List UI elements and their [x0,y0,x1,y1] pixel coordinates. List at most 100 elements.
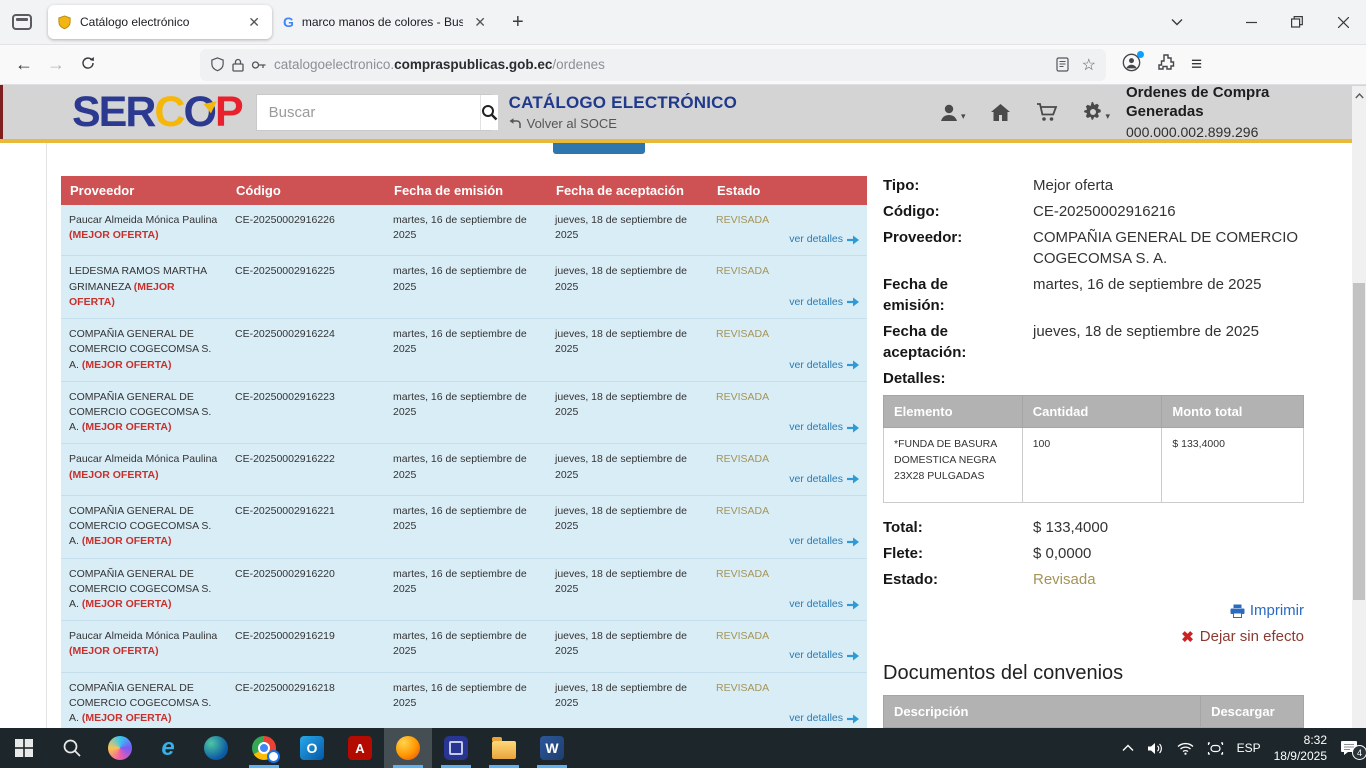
reader-mode-icon[interactable] [1056,57,1069,72]
order-detail-panel: Tipo:Mejor oferta Código:CE-202500029162… [883,175,1304,765]
meet-now-icon[interactable] [1207,742,1224,755]
acrobat-icon: A [348,736,372,760]
search-input[interactable] [257,104,480,121]
start-button[interactable] [0,728,48,768]
arrow-right-icon [847,537,859,547]
wifi-icon[interactable] [1177,742,1194,755]
status-cell: REVISADA ver detalles [708,444,867,494]
reload-button[interactable] [72,54,104,75]
emission-date-cell: martes, 16 de septiembre de 2025 [385,496,547,558]
forward-button[interactable]: → [40,54,72,75]
taskbar-outlook[interactable]: O [288,728,336,768]
back-button[interactable]: ← [8,54,40,75]
header-left-accent [0,85,3,139]
tray-chevron-up-icon[interactable] [1122,744,1134,752]
taskbar-copilot[interactable] [96,728,144,768]
user-menu[interactable]: ▾ [939,103,966,122]
extensions-icon[interactable] [1157,53,1175,76]
lock-icon[interactable] [232,58,244,72]
scroll-up-arrow[interactable] [1352,91,1366,101]
order-row: COMPAÑIA GENERAL DE COMERCIO COGECOMSA S… [61,496,867,559]
emission-date-cell: martes, 16 de septiembre de 2025 [385,319,547,381]
ver-detalles-link[interactable]: ver detalles [789,711,859,726]
list-tabs-chevron-icon[interactable] [1160,0,1194,44]
status-cell: REVISADA ver detalles [708,319,867,381]
order-row: COMPAÑIA GENERAL DE COMERCIO COGECOMSA S… [61,559,867,622]
clock[interactable]: 8:32 18/9/2025 [1274,732,1327,764]
acceptance-date-cell: jueves, 18 de septiembre de 2025 [547,673,708,735]
taskbar-firefox[interactable] [384,728,432,768]
home-button[interactable] [990,103,1011,122]
ver-detalles-link[interactable]: ver detalles [789,534,859,549]
void-link[interactable]: ✖ Dejar sin efecto [1181,628,1304,646]
tab-close-icon[interactable]: ✕ [471,14,489,31]
volume-icon[interactable] [1147,742,1164,755]
acceptance-date-cell: jueves, 18 de septiembre de 2025 [547,205,708,255]
taskbar-internet-explorer[interactable]: e [144,728,192,768]
google-favicon-icon: G [283,14,294,30]
ver-detalles-link[interactable]: ver detalles [789,597,859,612]
mejor-oferta-badge: (MEJOR OFERTA) [82,535,172,547]
logo-o: O [183,91,214,134]
account-icon[interactable] [1122,53,1141,77]
restore-button[interactable] [1274,0,1320,44]
hidden-blue-button[interactable] [553,143,645,154]
ver-detalles-link[interactable]: ver detalles [789,232,859,247]
ver-detalles-link[interactable]: ver detalles [789,420,859,435]
site-header: SERCOP CATÁLOGO ELECTRÓNICO Volver al SO… [0,85,1366,143]
new-tab-button[interactable]: + [498,11,538,34]
mejor-oferta-badge: (MEJOR OFERTA) [69,229,159,241]
total-row: Total:$ 133,4000 [883,517,1304,538]
url-bar[interactable]: catalogoelectronico.compraspublicas.gob.… [200,49,1106,81]
tracking-shield-icon[interactable] [210,57,225,72]
tab-google-search[interactable]: G marco manos de colores - Busca ✕ [274,5,498,39]
taskbar-scanner[interactable] [432,728,480,768]
ver-detalles-link[interactable]: ver detalles [789,358,859,373]
taskbar-word[interactable]: W [528,728,576,768]
print-link[interactable]: Imprimir [1230,602,1304,619]
notification-center[interactable]: 4 [1340,740,1358,756]
search-button[interactable] [480,95,498,130]
order-row: COMPAÑIA GENERAL DE COMERCIO COGECOMSA S… [61,673,867,736]
menu-icon[interactable]: ≡ [1191,54,1201,76]
search-icon [481,104,498,121]
settings-menu[interactable]: ▾ [1083,102,1110,122]
arrow-right-icon [847,651,859,661]
user-icon [939,103,959,122]
permissions-key-icon[interactable] [251,60,267,70]
firefox-view-icon[interactable] [12,14,32,30]
taskbar-file-explorer[interactable] [480,728,528,768]
taskbar-chrome[interactable] [240,728,288,768]
status-text: REVISADA [716,681,859,696]
status-row: Estado:Revisada [883,569,1304,590]
col-header: Proveedor [61,176,227,205]
status-text: REVISADA [716,629,859,644]
scrollbar-thumb[interactable] [1353,283,1365,600]
cart-icon [1036,103,1058,122]
language-indicator[interactable]: ESP [1237,741,1261,755]
ver-detalles-link[interactable]: ver detalles [789,472,859,487]
code-cell: CE-20250002916224 [227,319,385,381]
notification-count-badge: 4 [1352,745,1366,760]
status-text: REVISADA [716,390,859,405]
minimize-button[interactable] [1228,0,1274,44]
sercop-logo[interactable]: SERCOP [72,91,242,134]
taskbar-search-button[interactable] [48,728,96,768]
tab-catalogo[interactable]: Catálogo electrónico ✕ [48,5,272,39]
volver-soce-link[interactable]: Volver al SOCE [509,116,737,131]
taskbar-acrobat[interactable]: A [336,728,384,768]
ver-detalles-link[interactable]: ver detalles [789,648,859,663]
page-scrollbar[interactable] [1352,86,1366,728]
taskbar-edge[interactable] [192,728,240,768]
close-button[interactable] [1320,0,1366,44]
bookmark-star-icon[interactable]: ☆ [1082,55,1096,75]
item-amount: $ 133,4000 [1162,428,1304,503]
ver-detalles-link[interactable]: ver detalles [789,295,859,310]
tab-close-icon[interactable]: ✕ [245,14,263,31]
order-row: Paucar Almeida Mónica Paulina (MEJOR OFE… [61,205,867,256]
order-row: COMPAÑIA GENERAL DE COMERCIO COGECOMSA S… [61,319,867,382]
col-header: Código [227,176,385,205]
status-cell: REVISADA ver detalles [708,496,867,558]
gear-icon [1083,102,1103,122]
cart-button[interactable] [1036,103,1058,122]
